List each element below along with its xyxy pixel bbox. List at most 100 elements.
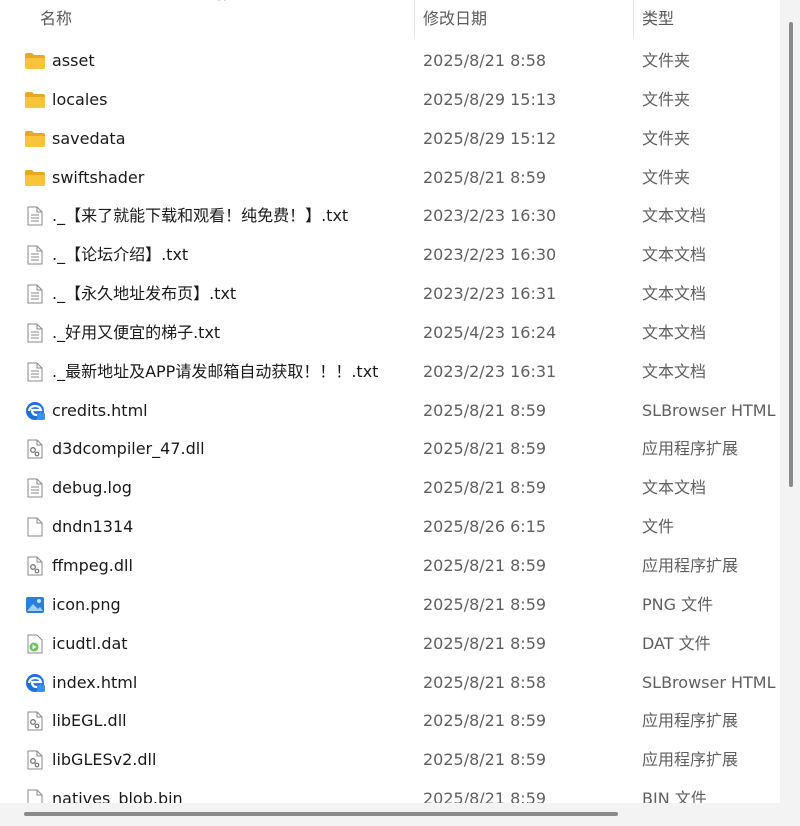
file-name: ffmpeg.dll <box>52 555 133 575</box>
file-name: icudtl.dat <box>52 633 128 653</box>
file-modified-date: 2025/8/21 8:59 <box>423 167 547 187</box>
file-row[interactable]: icudtl.dat 2025/8/21 8:59 DAT 文件 <box>0 625 780 664</box>
media-file-icon <box>24 634 46 654</box>
image-file-icon <box>24 595 46 615</box>
file-modified-date: 2025/8/21 8:59 <box>423 555 547 575</box>
column-divider[interactable] <box>633 0 634 38</box>
file-name: ._【论坛介绍】.txt <box>52 245 189 265</box>
file-name: icon.png <box>52 594 121 614</box>
file-row[interactable]: libGLESv2.dll 2025/8/21 8:59 应用程序扩展 <box>0 741 780 780</box>
file-name: asset <box>52 51 95 70</box>
file-type: 文件夹 <box>642 51 691 70</box>
dll-file-icon <box>24 750 46 770</box>
folder-icon <box>24 129 46 149</box>
file-modified-date: 2025/8/21 8:59 <box>423 439 547 459</box>
file-row[interactable]: icon.png 2025/8/21 8:59 PNG 文件 <box>0 586 780 625</box>
horizontal-scroll-thumb[interactable] <box>24 812 618 816</box>
file-row[interactable]: ._好用又便宜的梯子.txt 2025/4/23 16:24 文本文档 <box>0 314 780 353</box>
file-row[interactable]: ffmpeg.dll 2025/8/21 8:59 应用程序扩展 <box>0 547 780 586</box>
folder-icon <box>24 51 46 71</box>
file-modified-date: 2025/8/21 8:59 <box>423 750 547 770</box>
file-modified-date: 2025/8/21 8:58 <box>423 51 547 70</box>
horizontal-scrollbar[interactable] <box>0 803 800 826</box>
folder-icon <box>24 168 46 188</box>
file-modified-date: 2025/8/21 8:59 <box>423 711 547 731</box>
file-list-view: ^ 名称 修改日期 类型 asset 2025/8/21 8:58 文件夹 local… <box>0 0 780 808</box>
file-name: libGLESv2.dll <box>52 750 157 770</box>
file-row[interactable]: ._【永久地址发布页】.txt 2023/2/23 16:31 文本文档 <box>0 275 780 314</box>
dll-file-icon <box>24 711 46 731</box>
file-modified-date: 2023/2/23 16:30 <box>423 245 557 265</box>
file-type: DAT 文件 <box>642 633 711 653</box>
file-row[interactable]: swiftshader 2025/8/21 8:59 文件夹 <box>0 159 780 198</box>
file-name: debug.log <box>52 478 132 498</box>
file-name: ._好用又便宜的梯子.txt <box>52 322 221 342</box>
file-modified-date: 2025/8/29 15:13 <box>423 89 557 109</box>
column-header-name[interactable]: 名称 <box>40 0 410 38</box>
file-type: 文本文档 <box>642 206 707 226</box>
file-type: SLBrowser HTML <box>642 672 776 692</box>
file-name: credits.html <box>52 400 148 420</box>
file-name: dndn1314 <box>52 517 134 537</box>
file-type: 文件 <box>642 517 675 537</box>
file-row[interactable]: savedata 2025/8/29 15:12 文件夹 <box>0 120 780 159</box>
file-row[interactable]: d3dcompiler_47.dll 2025/8/21 8:59 应用程序扩展 <box>0 430 780 469</box>
file-modified-date: 2023/2/23 16:31 <box>423 284 557 304</box>
vertical-scroll-thumb[interactable] <box>789 22 793 487</box>
file-row[interactable]: asset 2025/8/21 8:58 文件夹 <box>0 42 780 81</box>
file-type: 应用程序扩展 <box>642 750 739 770</box>
text-file-icon <box>24 245 46 265</box>
file-modified-date: 2025/8/21 8:59 <box>423 400 547 420</box>
file-rows: asset 2025/8/21 8:58 文件夹 locales 2025/8/29 1… <box>0 42 780 808</box>
file-type: 文件夹 <box>642 167 691 187</box>
vertical-scrollbar[interactable] <box>780 0 800 808</box>
file-modified-date: 2025/4/23 16:24 <box>423 322 557 342</box>
blank-file-icon <box>24 517 46 537</box>
file-type: 文本文档 <box>642 284 707 304</box>
column-divider[interactable] <box>414 0 415 38</box>
file-modified-date: 2025/8/26 6:15 <box>423 517 547 537</box>
file-type: 应用程序扩展 <box>642 439 739 459</box>
file-type: 文本文档 <box>642 245 707 265</box>
text-file-icon <box>24 284 46 304</box>
file-name: ._最新地址及APP请发邮箱自动获取！！！.txt <box>52 361 379 381</box>
file-modified-date: 2025/8/21 8:59 <box>423 478 547 498</box>
file-name: savedata <box>52 128 126 148</box>
file-type: SLBrowser HTML <box>642 400 776 420</box>
file-name: locales <box>52 89 108 109</box>
browser-html-icon <box>24 401 46 421</box>
file-type: PNG 文件 <box>642 594 714 614</box>
file-row[interactable]: ._【论坛介绍】.txt 2023/2/23 16:30 文本文档 <box>0 236 780 275</box>
file-modified-date: 2025/8/29 15:12 <box>423 128 557 148</box>
file-type: 文件夹 <box>642 89 691 109</box>
file-row[interactable]: dndn1314 2025/8/26 6:15 文件 <box>0 508 780 547</box>
file-modified-date: 2023/2/23 16:31 <box>423 361 557 381</box>
file-type: 应用程序扩展 <box>642 555 739 575</box>
text-file-icon <box>24 478 46 498</box>
file-name: index.html <box>52 672 138 692</box>
file-row[interactable]: ._【来了就能下载和观看！纯免费！】.txt 2023/2/23 16:30 文本文… <box>0 197 780 236</box>
file-type: 文件夹 <box>642 128 691 148</box>
file-row[interactable]: libEGL.dll 2025/8/21 8:59 应用程序扩展 <box>0 702 780 741</box>
file-name: d3dcompiler_47.dll <box>52 439 205 459</box>
file-name: ._【永久地址发布页】.txt <box>52 284 237 304</box>
column-header-type[interactable]: 类型 <box>642 0 780 38</box>
text-file-icon <box>24 206 46 226</box>
file-name: swiftshader <box>52 167 145 187</box>
file-row[interactable]: debug.log 2025/8/21 8:59 文本文档 <box>0 469 780 508</box>
file-modified-date: 2025/8/21 8:58 <box>423 672 547 692</box>
file-row[interactable]: index.html 2025/8/21 8:58 SLBrowser HTML <box>0 664 780 703</box>
file-row[interactable]: ._最新地址及APP请发邮箱自动获取！！！.txt 2023/2/23 16:31… <box>0 353 780 392</box>
file-row[interactable]: credits.html 2025/8/21 8:59 SLBrowser HTML <box>0 392 780 431</box>
file-row[interactable]: locales 2025/8/29 15:13 文件夹 <box>0 81 780 120</box>
file-type: 文本文档 <box>642 322 707 342</box>
text-file-icon <box>24 323 46 343</box>
file-name: libEGL.dll <box>52 711 127 731</box>
file-modified-date: 2025/8/21 8:59 <box>423 633 547 653</box>
column-header-bar: ^ 名称 修改日期 类型 <box>0 0 780 38</box>
column-header-date[interactable]: 修改日期 <box>423 0 623 38</box>
text-file-icon <box>24 362 46 382</box>
file-type: 文本文档 <box>642 361 707 381</box>
folder-icon <box>24 90 46 110</box>
file-name: ._【来了就能下载和观看！纯免费！】.txt <box>52 206 349 226</box>
